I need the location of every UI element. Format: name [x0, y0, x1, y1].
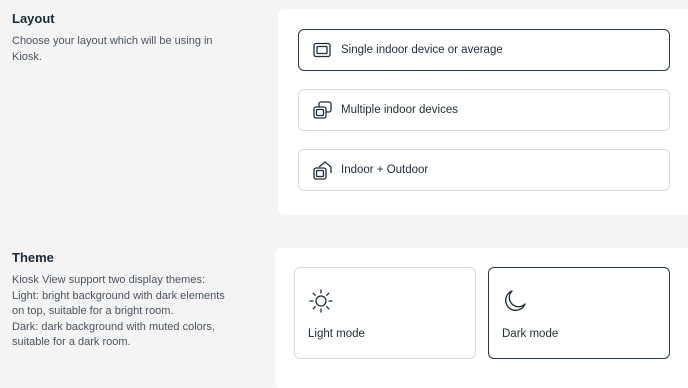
layout-option-indoor-outdoor[interactable]: Indoor + Outdoor: [298, 149, 670, 191]
layout-option-label: Single indoor device or average: [341, 44, 503, 56]
sun-icon: [308, 288, 334, 314]
layout-description: Choose your layout which will be using i…: [12, 35, 213, 63]
theme-panel: Light mode Dark mode: [275, 248, 688, 388]
indoor-outdoor-icon: [312, 160, 332, 180]
layout-option-multiple[interactable]: Multiple indoor devices: [298, 89, 670, 131]
dark-mode-label: Dark mode: [502, 328, 559, 340]
light-mode-label: Light mode: [308, 328, 365, 340]
layout-title: Layout: [12, 11, 55, 26]
layout-panel: Single indoor device or average Multiple…: [278, 9, 688, 215]
layout-option-label: Indoor + Outdoor: [341, 164, 429, 176]
layout-option-single[interactable]: Single indoor device or average: [298, 29, 670, 71]
theme-description: Kiosk View support two display themes: L…: [12, 274, 225, 348]
single-device-icon: [312, 40, 332, 60]
layout-option-label: Multiple indoor devices: [341, 104, 458, 116]
light-mode-option[interactable]: Light mode: [294, 267, 476, 359]
theme-title: Theme: [12, 250, 54, 265]
multiple-devices-icon: [312, 100, 332, 120]
moon-icon: [502, 288, 528, 314]
dark-mode-option[interactable]: Dark mode: [488, 267, 670, 359]
